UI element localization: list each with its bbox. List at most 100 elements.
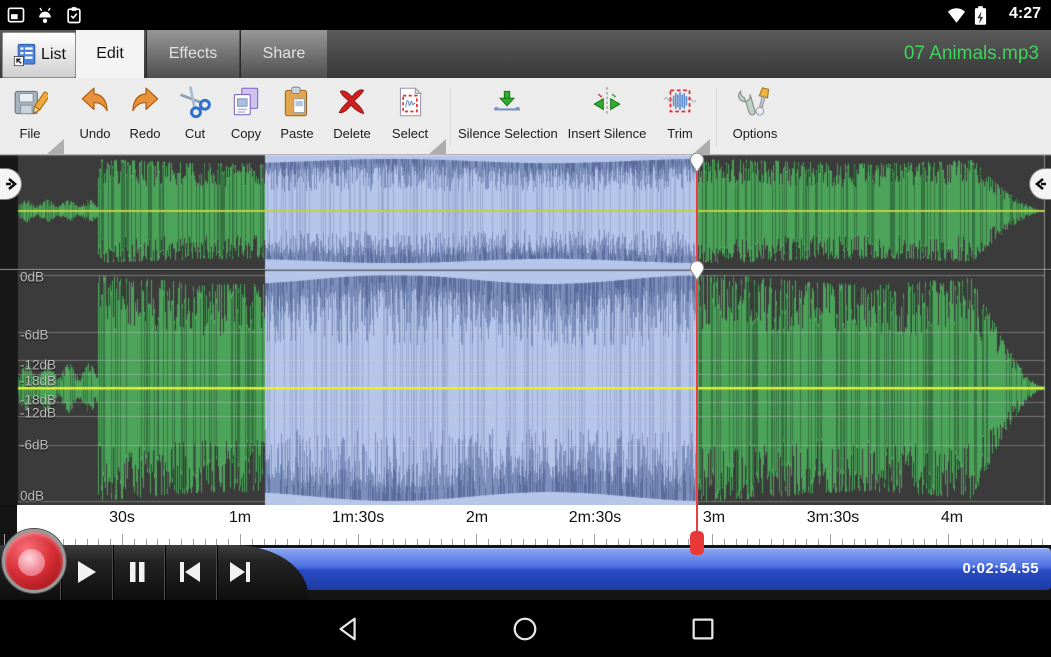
system-icons — [946, 4, 987, 26]
redo-button[interactable]: Redo — [122, 84, 168, 150]
transport-bar: 0:02:54.55 — [0, 545, 1051, 600]
paste-icon — [272, 84, 322, 124]
trim-button[interactable]: Trim — [658, 84, 702, 150]
undo-icon — [72, 84, 118, 124]
toolbar-button-label: Redo — [122, 126, 168, 141]
db-scale-label: -6dB — [20, 438, 49, 453]
tab-effects[interactable]: Effects — [146, 30, 239, 78]
transport-separator — [112, 545, 113, 600]
select-button[interactable]: Select — [382, 84, 438, 150]
record-button[interactable] — [2, 529, 66, 593]
list-button-label: List — [41, 46, 66, 64]
skip-to-start-button[interactable] — [174, 557, 204, 587]
list-icon — [12, 42, 38, 68]
db-scale-label: -12dB — [20, 406, 56, 421]
transport-separator — [216, 545, 217, 600]
silence-selection-icon — [458, 84, 556, 124]
clipboard-check-icon — [64, 5, 84, 25]
db-scale-label: 0dB — [20, 489, 44, 504]
timeline-label: 1m:30s — [332, 509, 384, 527]
pause-button[interactable] — [122, 557, 152, 587]
timeline-tick — [830, 534, 831, 545]
audio-editor-app: 4:27 List EditEffectsShare 07 Animals.mp… — [0, 0, 1051, 657]
transport-progress-bar — [238, 548, 1051, 590]
toolbar-button-label: Silence Selection — [458, 126, 556, 141]
paste-button[interactable]: Paste — [272, 84, 322, 150]
toolbar-button-label: Cut — [172, 126, 218, 141]
transport-buttons-panel — [0, 545, 308, 600]
play-button[interactable] — [70, 557, 100, 587]
transport-separator — [164, 545, 165, 600]
file-button[interactable]: File — [4, 84, 56, 150]
timeline-label: 1m — [229, 509, 251, 527]
toolbar-button-label: Undo — [72, 126, 118, 141]
cut-icon — [172, 84, 218, 124]
open-file-name: 07 Animals.mp3 — [904, 30, 1039, 78]
toolbar-button-label: Insert Silence — [560, 126, 654, 141]
screenshot-icon — [6, 5, 26, 25]
timeline-tick — [594, 534, 595, 545]
redo-icon — [122, 84, 168, 124]
toolbar-button-label: Delete — [326, 126, 378, 141]
tab-edit[interactable]: Edit — [76, 30, 144, 78]
scroll-right-edge-button[interactable] — [1029, 168, 1051, 200]
toolbar: File Undo Redo Cut CopyPaste Delete Select Sile… — [0, 78, 1051, 155]
file-icon — [4, 84, 56, 124]
record-icon — [18, 549, 45, 576]
dropdown-corner-icon[interactable] — [693, 139, 710, 154]
options-button[interactable]: Options — [722, 84, 788, 150]
insert-silence-button[interactable]: Insert Silence — [560, 84, 654, 150]
waveform-canvas[interactable] — [0, 155, 1051, 505]
playhead-line[interactable] — [696, 155, 698, 505]
waveform-view[interactable]: 0dB-6dB-12dB-18dB-18dB-12dB-6dB0dB — [0, 155, 1051, 505]
arrow-right-icon — [3, 172, 19, 196]
timeline-label: 4m — [941, 509, 963, 527]
dropdown-corner-icon[interactable] — [429, 139, 446, 154]
playback-time: 0:02:54.55 — [962, 560, 1039, 577]
timeline-tick — [476, 534, 477, 545]
timeline-tick — [4, 534, 5, 545]
back-button[interactable] — [335, 615, 363, 643]
timeline-label: 2m — [466, 509, 488, 527]
timeline-tick — [240, 534, 241, 545]
timeline-label: 3m — [703, 509, 725, 527]
timeline-tick — [712, 534, 713, 545]
options-icon — [722, 84, 788, 124]
toolbar-divider — [450, 88, 451, 146]
playhead-handle-top[interactable] — [688, 153, 706, 173]
playhead-handle-middle[interactable] — [688, 261, 706, 281]
timeline-label: 3m:30s — [807, 509, 859, 527]
timeline-playhead-marker[interactable] — [690, 531, 704, 555]
wifi-icon — [946, 6, 967, 24]
dropdown-corner-icon[interactable] — [47, 139, 64, 154]
usb-debugging-icon — [35, 5, 55, 25]
battery-charging-icon — [974, 5, 987, 26]
arrow-left-icon — [1033, 172, 1049, 196]
timeline-label: 30s — [109, 509, 135, 527]
db-scale-label: -6dB — [20, 328, 49, 343]
timeline-ruler[interactable]: 30s 1m 1m:30s 2m 2m:30s 3m 3m:30s 4m — [0, 505, 1051, 545]
copy-button[interactable]: Copy — [222, 84, 270, 150]
timeline-tick — [358, 534, 359, 545]
cut-button[interactable]: Cut — [172, 84, 218, 150]
delete-button[interactable]: Delete — [326, 84, 378, 150]
toolbar-button-label: Copy — [222, 126, 270, 141]
android-nav-bar — [0, 600, 1051, 657]
tab-share[interactable]: Share — [240, 30, 327, 78]
select-icon — [382, 84, 438, 124]
recents-button[interactable] — [689, 615, 717, 643]
db-scale-label: -12dB — [20, 358, 56, 373]
status-bar: 4:27 — [0, 0, 1051, 30]
timeline-tick — [948, 534, 949, 545]
tab-bar: List EditEffectsShare 07 Animals.mp3 — [0, 30, 1051, 78]
home-button[interactable] — [511, 615, 539, 643]
timeline-label: 2m:30s — [569, 509, 621, 527]
silence-selection-button[interactable]: Silence Selection — [458, 84, 556, 150]
toolbar-divider — [716, 88, 717, 146]
skip-to-end-button[interactable] — [226, 557, 256, 587]
undo-button[interactable]: Undo — [72, 84, 118, 150]
db-scale-label: 0dB — [20, 270, 44, 285]
status-clock: 4:27 — [1009, 5, 1041, 23]
timeline-tick — [122, 534, 123, 545]
list-button[interactable]: List — [2, 32, 76, 78]
